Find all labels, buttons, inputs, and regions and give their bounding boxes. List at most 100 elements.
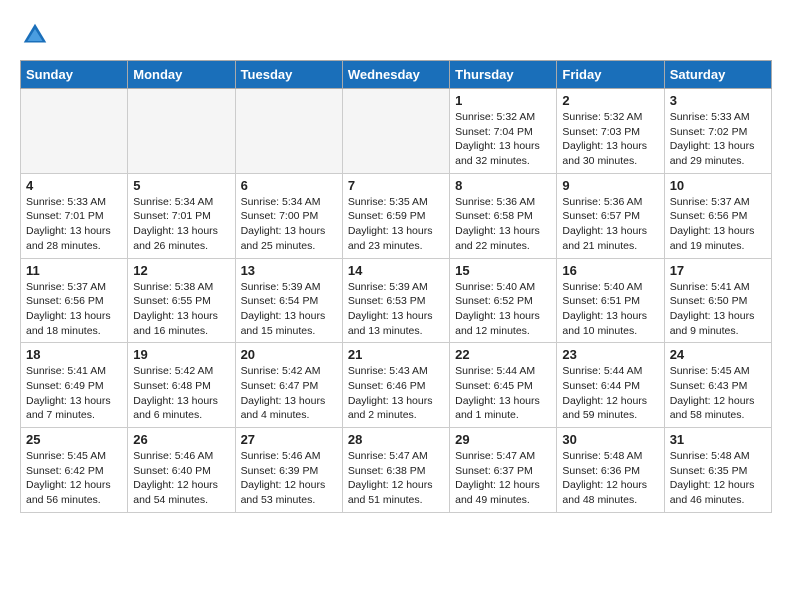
calendar-cell: 29Sunrise: 5:47 AM Sunset: 6:37 PM Dayli… xyxy=(450,428,557,513)
day-number: 25 xyxy=(26,432,122,447)
calendar-week-5: 25Sunrise: 5:45 AM Sunset: 6:42 PM Dayli… xyxy=(21,428,772,513)
calendar-cell: 8 Sunrise: 5:36 AM Sunset: 6:58 PM Daylig… xyxy=(450,173,557,258)
day-info: Sunrise: 5:32 AM Sunset: 7:04 PM Dayligh… xyxy=(455,110,551,169)
calendar-week-2: 4 Sunrise: 5:33 AM Sunset: 7:01 PM Daylig… xyxy=(21,173,772,258)
calendar-cell: 20 Sunrise: 5:42 AM Sunset: 6:47 PM Dayli… xyxy=(235,343,342,428)
calendar-cell: 15 Sunrise: 5:40 AM Sunset: 6:52 PM Dayli… xyxy=(450,258,557,343)
column-header-wednesday: Wednesday xyxy=(342,61,449,89)
day-number: 16 xyxy=(562,263,658,278)
column-header-saturday: Saturday xyxy=(664,61,771,89)
day-info: Sunrise: 5:44 AM Sunset: 6:44 PM Dayligh… xyxy=(562,364,658,423)
day-info: Sunrise: 5:47 AM Sunset: 6:37 PM Dayligh… xyxy=(455,449,551,508)
calendar-cell: 28 Sunrise: 5:47 AM Sunset: 6:38 PM Dayli… xyxy=(342,428,449,513)
day-number: 31 xyxy=(670,432,766,447)
day-number: 3 xyxy=(670,93,766,108)
day-info: Sunrise: 5:42 AM Sunset: 6:48 PM Dayligh… xyxy=(133,364,229,423)
day-info: Sunrise: 5:42 AM Sunset: 6:47 PM Dayligh… xyxy=(241,364,337,423)
day-number: 4 xyxy=(26,178,122,193)
calendar-cell: 19 Sunrise: 5:42 AM Sunset: 6:48 PM Dayli… xyxy=(128,343,235,428)
day-info: Sunrise: 5:33 AM Sunset: 7:01 PM Dayligh… xyxy=(26,195,122,254)
day-number: 22 xyxy=(455,347,551,362)
calendar-cell: 12 Sunrise: 5:38 AM Sunset: 6:55 PM Dayli… xyxy=(128,258,235,343)
day-info: Sunrise: 5:40 AM Sunset: 6:51 PM Dayligh… xyxy=(562,280,658,339)
calendar-cell: 18 Sunrise: 5:41 AM Sunset: 6:49 PM Dayli… xyxy=(21,343,128,428)
calendar-week-4: 18 Sunrise: 5:41 AM Sunset: 6:49 PM Dayli… xyxy=(21,343,772,428)
day-number: 1 xyxy=(455,93,551,108)
calendar-header: SundayMondayTuesdayWednesdayThursdayFrid… xyxy=(21,61,772,89)
calendar-cell: 17Sunrise: 5:41 AM Sunset: 6:50 PM Dayli… xyxy=(664,258,771,343)
day-info: Sunrise: 5:41 AM Sunset: 6:49 PM Dayligh… xyxy=(26,364,122,423)
calendar-cell xyxy=(21,89,128,174)
calendar-cell: 25Sunrise: 5:45 AM Sunset: 6:42 PM Dayli… xyxy=(21,428,128,513)
calendar-cell: 11Sunrise: 5:37 AM Sunset: 6:56 PM Dayli… xyxy=(21,258,128,343)
day-info: Sunrise: 5:47 AM Sunset: 6:38 PM Dayligh… xyxy=(348,449,444,508)
day-number: 8 xyxy=(455,178,551,193)
day-info: Sunrise: 5:34 AM Sunset: 7:01 PM Dayligh… xyxy=(133,195,229,254)
calendar-cell: 13 Sunrise: 5:39 AM Sunset: 6:54 PM Dayli… xyxy=(235,258,342,343)
calendar-cell: 9 Sunrise: 5:36 AM Sunset: 6:57 PM Daylig… xyxy=(557,173,664,258)
day-number: 28 xyxy=(348,432,444,447)
calendar-cell: 5 Sunrise: 5:34 AM Sunset: 7:01 PM Daylig… xyxy=(128,173,235,258)
header-row: SundayMondayTuesdayWednesdayThursdayFrid… xyxy=(21,61,772,89)
column-header-tuesday: Tuesday xyxy=(235,61,342,89)
day-info: Sunrise: 5:43 AM Sunset: 6:46 PM Dayligh… xyxy=(348,364,444,423)
day-number: 7 xyxy=(348,178,444,193)
day-number: 2 xyxy=(562,93,658,108)
calendar-cell: 31 Sunrise: 5:48 AM Sunset: 6:35 PM Dayli… xyxy=(664,428,771,513)
calendar-body: 1 Sunrise: 5:32 AM Sunset: 7:04 PM Daylig… xyxy=(21,89,772,513)
day-info: Sunrise: 5:45 AM Sunset: 6:43 PM Dayligh… xyxy=(670,364,766,423)
calendar-cell: 3 Sunrise: 5:33 AM Sunset: 7:02 PM Daylig… xyxy=(664,89,771,174)
day-number: 12 xyxy=(133,263,229,278)
day-info: Sunrise: 5:38 AM Sunset: 6:55 PM Dayligh… xyxy=(133,280,229,339)
calendar-cell: 7Sunrise: 5:35 AM Sunset: 6:59 PM Daylig… xyxy=(342,173,449,258)
day-number: 30 xyxy=(562,432,658,447)
day-info: Sunrise: 5:48 AM Sunset: 6:35 PM Dayligh… xyxy=(670,449,766,508)
day-number: 6 xyxy=(241,178,337,193)
calendar-cell: 4 Sunrise: 5:33 AM Sunset: 7:01 PM Daylig… xyxy=(21,173,128,258)
column-header-friday: Friday xyxy=(557,61,664,89)
calendar-cell xyxy=(128,89,235,174)
column-header-monday: Monday xyxy=(128,61,235,89)
logo-icon xyxy=(20,20,50,50)
calendar-cell: 10 Sunrise: 5:37 AM Sunset: 6:56 PM Dayli… xyxy=(664,173,771,258)
day-number: 10 xyxy=(670,178,766,193)
day-number: 20 xyxy=(241,347,337,362)
calendar-cell: 26Sunrise: 5:46 AM Sunset: 6:40 PM Dayli… xyxy=(128,428,235,513)
column-header-thursday: Thursday xyxy=(450,61,557,89)
logo xyxy=(20,20,54,50)
day-info: Sunrise: 5:36 AM Sunset: 6:58 PM Dayligh… xyxy=(455,195,551,254)
page-header xyxy=(20,20,772,50)
day-info: Sunrise: 5:46 AM Sunset: 6:39 PM Dayligh… xyxy=(241,449,337,508)
calendar-cell: 1 Sunrise: 5:32 AM Sunset: 7:04 PM Daylig… xyxy=(450,89,557,174)
day-info: Sunrise: 5:40 AM Sunset: 6:52 PM Dayligh… xyxy=(455,280,551,339)
day-number: 17 xyxy=(670,263,766,278)
day-info: Sunrise: 5:48 AM Sunset: 6:36 PM Dayligh… xyxy=(562,449,658,508)
calendar-table: SundayMondayTuesdayWednesdayThursdayFrid… xyxy=(20,60,772,513)
calendar-cell: 23Sunrise: 5:44 AM Sunset: 6:44 PM Dayli… xyxy=(557,343,664,428)
day-number: 21 xyxy=(348,347,444,362)
day-number: 15 xyxy=(455,263,551,278)
calendar-cell xyxy=(235,89,342,174)
day-number: 18 xyxy=(26,347,122,362)
day-info: Sunrise: 5:46 AM Sunset: 6:40 PM Dayligh… xyxy=(133,449,229,508)
column-header-sunday: Sunday xyxy=(21,61,128,89)
calendar-week-1: 1 Sunrise: 5:32 AM Sunset: 7:04 PM Daylig… xyxy=(21,89,772,174)
day-number: 9 xyxy=(562,178,658,193)
calendar-cell xyxy=(342,89,449,174)
day-number: 19 xyxy=(133,347,229,362)
day-info: Sunrise: 5:34 AM Sunset: 7:00 PM Dayligh… xyxy=(241,195,337,254)
day-info: Sunrise: 5:36 AM Sunset: 6:57 PM Dayligh… xyxy=(562,195,658,254)
day-number: 13 xyxy=(241,263,337,278)
day-number: 5 xyxy=(133,178,229,193)
day-info: Sunrise: 5:39 AM Sunset: 6:54 PM Dayligh… xyxy=(241,280,337,339)
day-info: Sunrise: 5:39 AM Sunset: 6:53 PM Dayligh… xyxy=(348,280,444,339)
calendar-cell: 16 Sunrise: 5:40 AM Sunset: 6:51 PM Dayli… xyxy=(557,258,664,343)
calendar-cell: 2Sunrise: 5:32 AM Sunset: 7:03 PM Daylig… xyxy=(557,89,664,174)
day-info: Sunrise: 5:33 AM Sunset: 7:02 PM Dayligh… xyxy=(670,110,766,169)
day-number: 24 xyxy=(670,347,766,362)
day-info: Sunrise: 5:37 AM Sunset: 6:56 PM Dayligh… xyxy=(670,195,766,254)
day-info: Sunrise: 5:44 AM Sunset: 6:45 PM Dayligh… xyxy=(455,364,551,423)
calendar-cell: 24 Sunrise: 5:45 AM Sunset: 6:43 PM Dayli… xyxy=(664,343,771,428)
calendar-cell: 30 Sunrise: 5:48 AM Sunset: 6:36 PM Dayli… xyxy=(557,428,664,513)
day-number: 14 xyxy=(348,263,444,278)
